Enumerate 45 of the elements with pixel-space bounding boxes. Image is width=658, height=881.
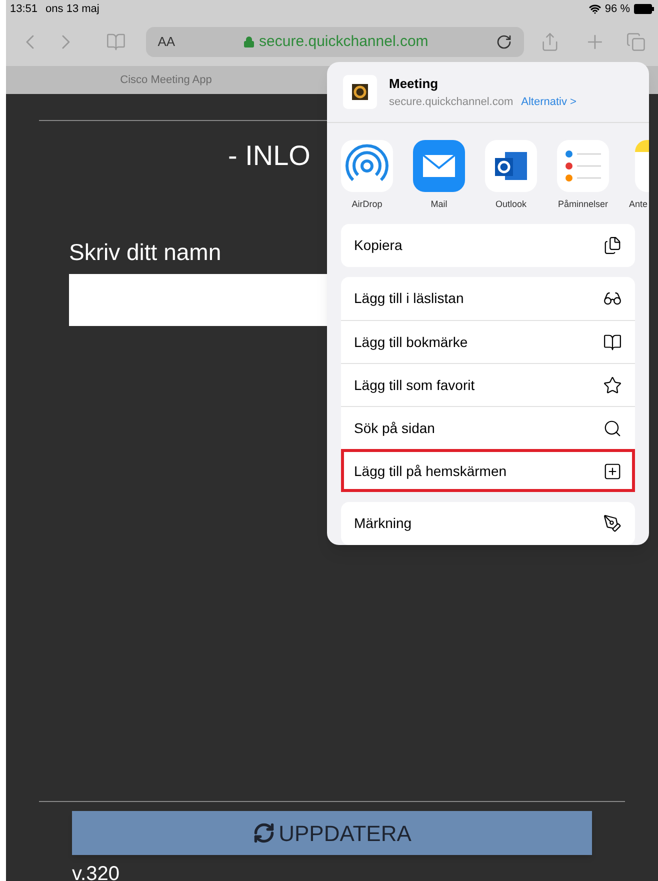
- add-square-icon: [603, 462, 622, 480]
- site-icon: [343, 75, 377, 109]
- mail-icon: [413, 140, 465, 192]
- page-heading: - INLO: [228, 139, 310, 173]
- share-action[interactable]: Lägg till som favorit: [341, 363, 635, 406]
- notes-icon: [635, 140, 649, 192]
- update-button[interactable]: UPPDATERA: [72, 811, 592, 855]
- share-url: secure.quickchannel.com: [389, 94, 514, 110]
- name-label: Skriv ditt namn: [69, 238, 222, 267]
- share-action[interactable]: Märkning: [341, 502, 635, 545]
- battery-percent: 96 %: [604, 2, 630, 17]
- share-action[interactable]: Sök på sidan: [341, 406, 635, 449]
- version-text: v.320: [72, 863, 120, 881]
- share-app[interactable]: Mail: [413, 140, 465, 218]
- share-title: Meeting: [389, 75, 440, 93]
- star-icon: [603, 376, 622, 394]
- text-size-button[interactable]: AA: [158, 32, 176, 52]
- refresh-icon: [252, 822, 275, 844]
- lock-icon: [243, 36, 256, 48]
- list-icon: [557, 140, 609, 192]
- search-icon: [603, 418, 622, 438]
- share-action[interactable]: Lägg till bokmärke: [341, 320, 635, 363]
- share-app[interactable]: Påminnelser: [557, 140, 609, 218]
- outlook-icon: [485, 140, 537, 192]
- url-text: secure.quickchannel.com: [259, 32, 428, 52]
- share-action[interactable]: Kopiera: [341, 224, 635, 267]
- status-date: ons 13 maj: [46, 2, 100, 17]
- share-app[interactable]: AirDrop: [341, 140, 393, 218]
- share-action[interactable]: Lägg till i läslistan: [341, 277, 635, 320]
- share-app[interactable]: Ante: [629, 140, 649, 218]
- battery-icon: [634, 4, 654, 14]
- tabs-icon[interactable]: [626, 32, 646, 52]
- book-icon: [603, 332, 622, 352]
- reload-icon[interactable]: [496, 34, 512, 50]
- wifi-icon: [588, 3, 601, 15]
- book-icon[interactable]: [106, 32, 126, 52]
- status-time: 13:51: [10, 2, 38, 17]
- address-bar[interactable]: AA secure.quickchannel.com: [146, 27, 524, 57]
- share-action[interactable]: Lägg till på hemskärmen: [341, 449, 635, 492]
- options-link[interactable]: Alternativ >: [521, 94, 576, 110]
- pen-icon: [603, 514, 622, 533]
- copy-icon: [603, 236, 622, 255]
- share-app[interactable]: Outlook: [485, 140, 537, 218]
- name-field[interactable]: [69, 274, 327, 326]
- airdrop-icon: [341, 140, 393, 192]
